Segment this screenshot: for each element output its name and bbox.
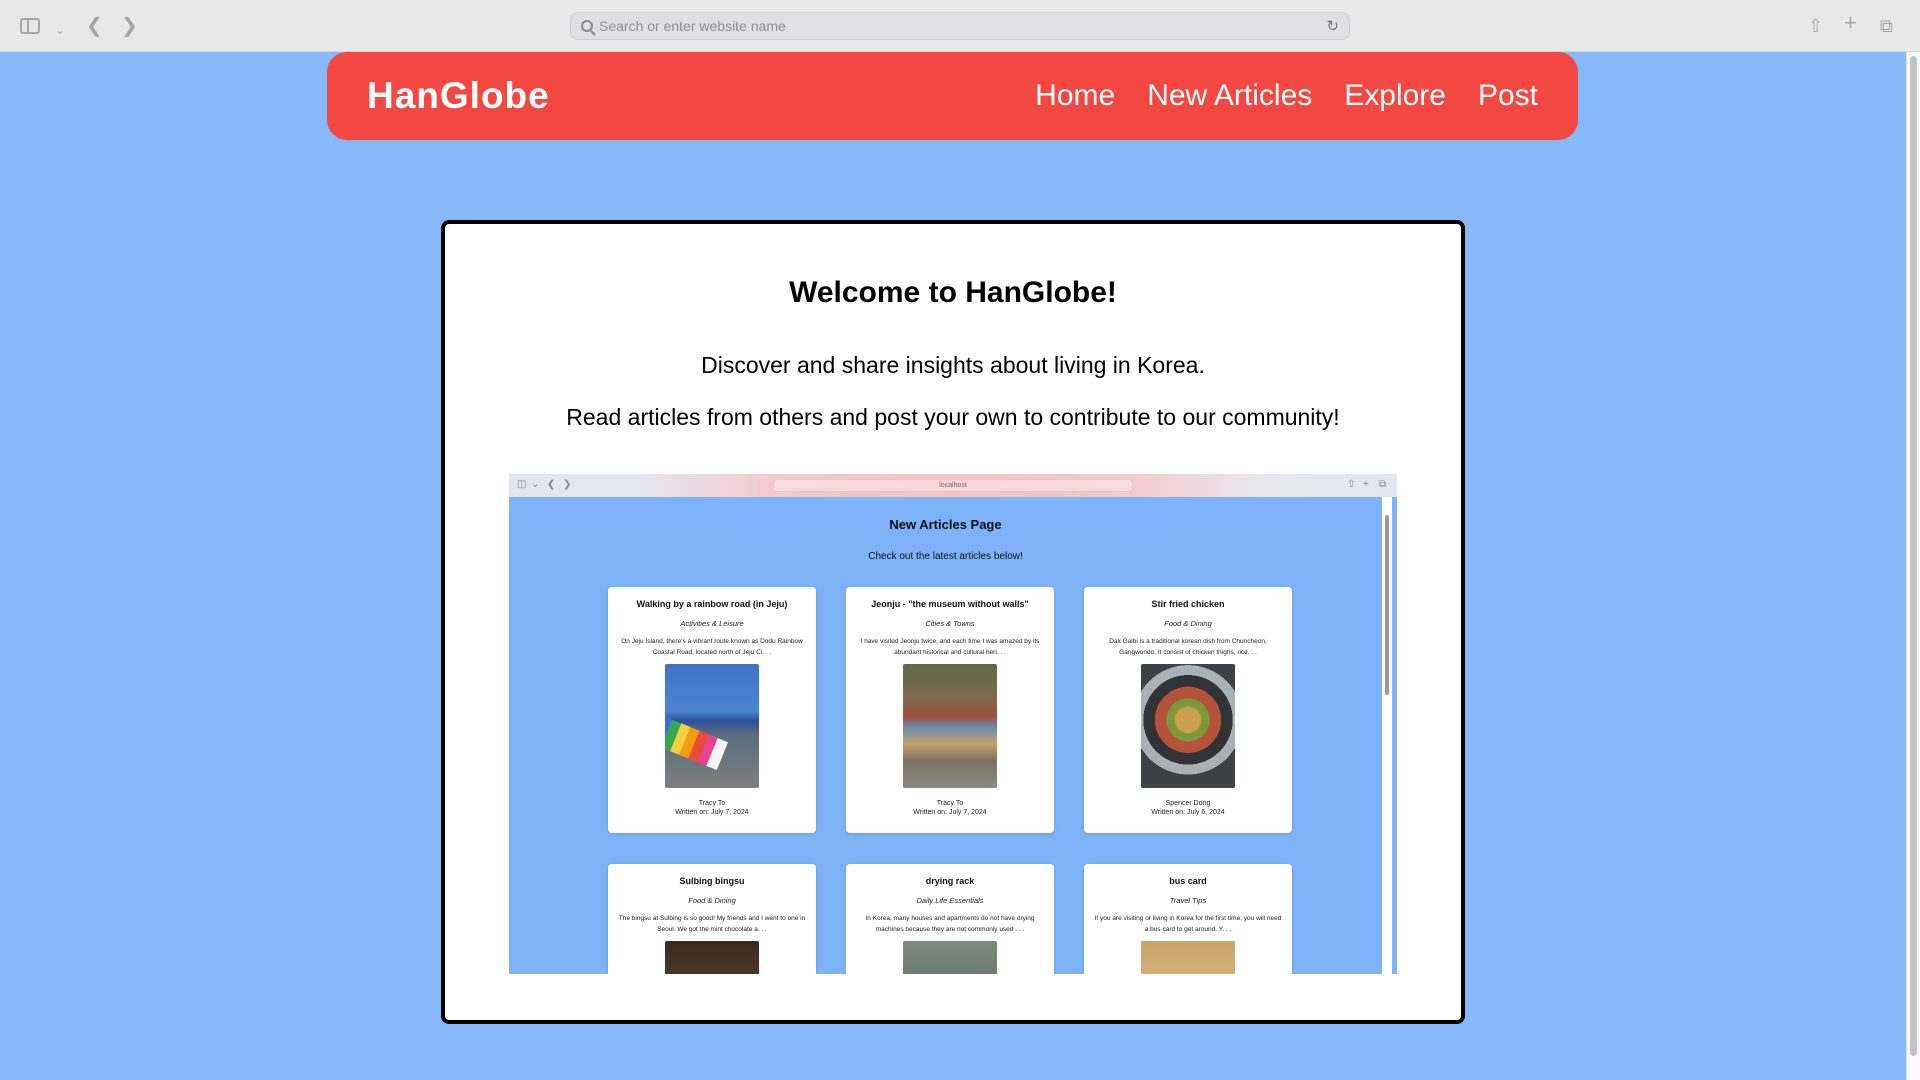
article-image [665, 664, 759, 788]
back-arrow-icon[interactable]: ❮ [86, 14, 103, 38]
article-excerpt: The bingsu at Sulbing is so good! My fri… [618, 915, 806, 933]
share-icon[interactable]: ⇧ [1808, 14, 1823, 38]
article-category: Food & Dining [1164, 619, 1212, 628]
nav-explore-link[interactable]: Explore [1344, 79, 1446, 113]
intro-text-2: Read articles from others and post your … [566, 404, 1340, 430]
tab-overview-icon[interactable]: ⧉ [1880, 14, 1893, 38]
article-date: Written on: July 7, 2024 [913, 809, 987, 816]
article-card: Sulbing bingsu Food & Dining The bingsu … [608, 864, 816, 974]
preview-sidebar-icon: ◫ [517, 479, 527, 490]
preview-tabs-icon: ⧉ [1379, 479, 1387, 490]
article-category: Activities & Leisure [680, 619, 744, 628]
preview-browser-toolbar: ◫ ⌄ ❮ ❯ localhost ⇧ + ⧉ [509, 474, 1397, 497]
article-card: Stir fried chicken Food & Dining Dak Gal… [1084, 587, 1292, 833]
article-image [903, 664, 997, 788]
article-excerpt: I have visited Jeonju twice, and each ti… [860, 638, 1040, 656]
sidebar-toggle-icon[interactable] [20, 18, 40, 34]
new-tab-icon[interactable]: + [1844, 11, 1857, 35]
article-category: Food & Dining [688, 896, 736, 905]
page-scrollbar-thumb[interactable] [1910, 56, 1917, 1056]
nav-new-articles-link[interactable]: New Articles [1147, 79, 1312, 113]
article-image [665, 941, 759, 974]
address-input[interactable] [599, 18, 1327, 34]
article-category: Daily Life Essentials [916, 896, 984, 905]
address-bar[interactable]: ↻ [570, 12, 1350, 40]
article-date: Written on: July 6, 2024 [1151, 809, 1225, 816]
article-title: drying rack [925, 876, 975, 886]
page-scrollbar[interactable] [1906, 52, 1920, 1080]
article-category: Cities & Towns [925, 619, 975, 628]
article-card: drying rack Daily Life Essentials In Kor… [846, 864, 1054, 974]
article-excerpt: If you are visiting or living in Korea f… [1094, 915, 1282, 933]
article-card: Jeonju - "the museum without walls" Citi… [846, 587, 1054, 833]
preview-forward-icon: ❯ [563, 479, 572, 490]
nav-post-link[interactable]: Post [1478, 79, 1538, 113]
preview-chevron-icon: ⌄ [531, 479, 540, 490]
site-logo[interactable]: HanGlobe [367, 75, 550, 117]
preview-address-bar: localhost [773, 479, 1133, 492]
preview-scrollbar [1382, 497, 1392, 974]
preview-screenshot: ◫ ⌄ ❮ ❯ localhost ⇧ + ⧉ New Articles Pag… [509, 474, 1397, 974]
preview-page-title: New Articles Page [889, 517, 1002, 532]
browser-toolbar: ⌄ ❮ ❯ ↻ ⇧ + ⧉ [0, 0, 1920, 52]
site-navbar: HanGlobe Home New Articles Explore Post [327, 52, 1578, 140]
article-image [903, 941, 997, 974]
article-excerpt: Dak Galbi is a traditional korean dish f… [1109, 638, 1267, 656]
article-category: Travel Tips [1169, 896, 1207, 905]
preview-back-icon: ❮ [547, 479, 556, 490]
article-excerpt: In Korea, many houses and apartments do … [865, 915, 1035, 933]
forward-arrow-icon[interactable]: ❯ [121, 14, 138, 38]
article-author: Tracy To [936, 800, 964, 807]
preview-share-icon: ⇧ [1347, 479, 1356, 490]
article-title: Walking by a rainbow road (in Jeju) [636, 599, 788, 609]
article-title: Sulbing bingsu [679, 876, 745, 886]
article-image [1141, 941, 1235, 974]
article-author: Tracy To [698, 800, 726, 807]
article-author: Spencer Dong [1165, 800, 1211, 807]
nav-home-link[interactable]: Home [1035, 79, 1115, 113]
nav-links: Home New Articles Explore Post [1035, 79, 1538, 113]
article-card: bus card Travel Tips If you are visiting… [1084, 864, 1292, 974]
article-title: bus card [1169, 876, 1207, 886]
article-date: Written on: July 7, 2024 [675, 809, 749, 816]
reload-icon[interactable]: ↻ [1326, 17, 1339, 35]
page-title: Welcome to HanGlobe! [789, 276, 1117, 309]
welcome-card: Welcome to HanGlobe! Discover and share … [441, 220, 1465, 1024]
preview-new-tab-icon: + [1363, 479, 1369, 490]
search-icon [581, 20, 593, 32]
intro-text: Discover and share insights about living… [701, 352, 1205, 378]
article-title: Stir fried chicken [1151, 599, 1225, 609]
article-card: Walking by a rainbow road (in Jeju) Acti… [608, 587, 816, 833]
article-image [1141, 664, 1235, 788]
preview-scrollbar-thumb [1385, 515, 1389, 695]
article-title: Jeonju - "the museum without walls" [871, 599, 1029, 609]
chevron-down-icon[interactable]: ⌄ [55, 18, 65, 42]
article-excerpt: On Jeju Island, there's a vibrant route … [621, 638, 803, 656]
preview-page-subtitle: Check out the latest articles below! [868, 551, 1023, 562]
